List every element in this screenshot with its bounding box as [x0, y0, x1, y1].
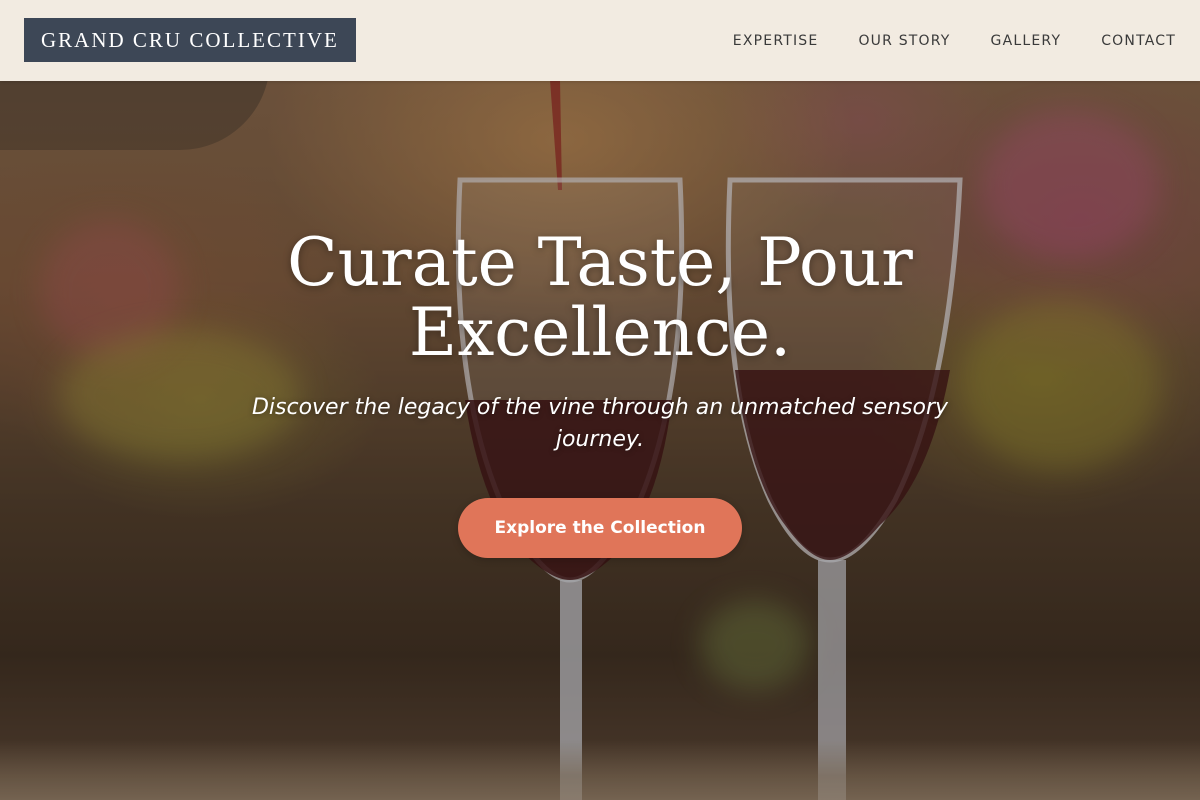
hero-title-line-1: Curate Taste, Pour [287, 224, 913, 301]
nav-item-gallery[interactable]: GALLERY [991, 33, 1062, 49]
hero-title-line-2: Excellence. [408, 294, 792, 371]
nav-item-our-story[interactable]: OUR STORY [858, 33, 950, 49]
nav-item-expertise[interactable]: EXPERTISE [733, 33, 819, 49]
hero-title: Curate Taste, Pour Excellence. [220, 228, 980, 368]
brand-logo[interactable]: GRAND CRU COLLECTIVE [24, 18, 356, 62]
main-nav: EXPERTISE OUR STORY GALLERY CONTACT [733, 0, 1176, 81]
nav-item-contact[interactable]: CONTACT [1101, 33, 1176, 49]
explore-collection-button[interactable]: Explore the Collection [458, 498, 742, 558]
hero-subtitle: Discover the legacy of the vine through … [251, 395, 949, 452]
hero-section: Curate Taste, Pour Excellence. Discover … [0, 228, 1200, 558]
top-navigation-bar: GRAND CRU COLLECTIVE EXPERTISE OUR STORY… [0, 0, 1200, 81]
